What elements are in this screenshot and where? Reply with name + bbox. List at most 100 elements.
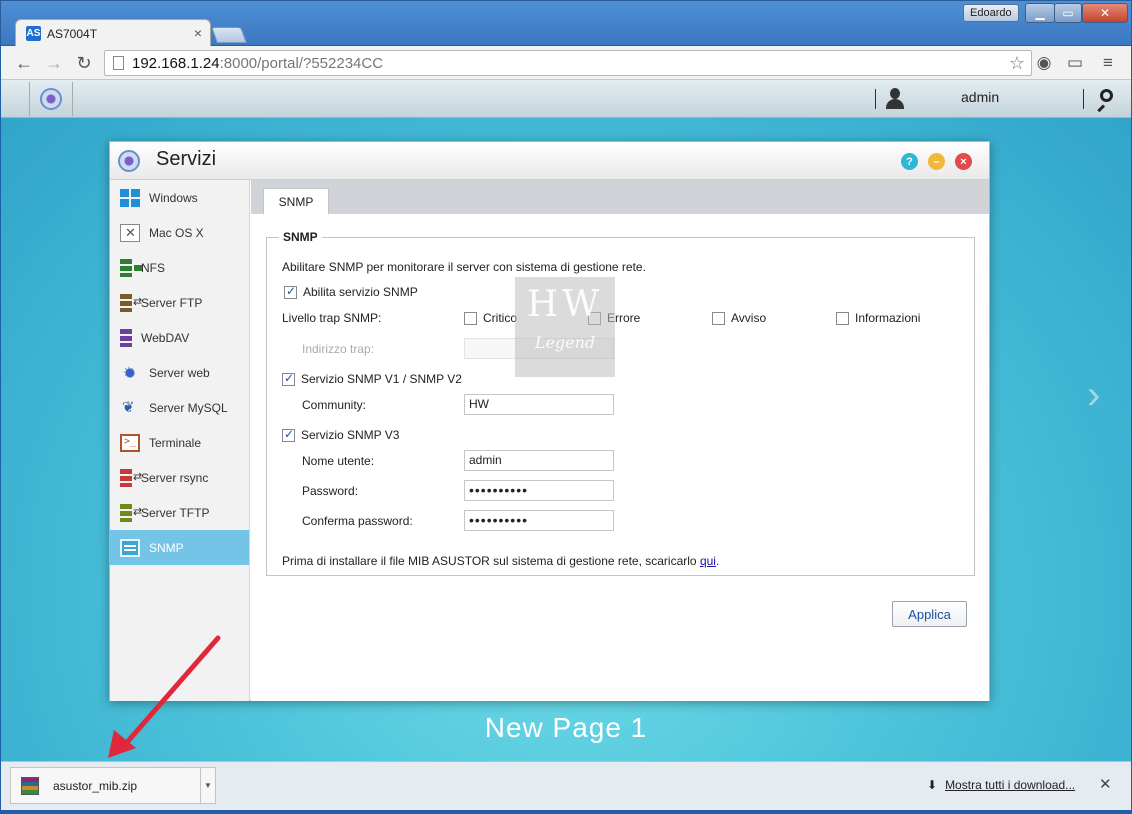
sidebar-item-label: Mac OS X [149, 225, 204, 240]
services-sidebar: Windows Mac OS X NFS Server FTP WebDAV S… [110, 180, 250, 701]
confirm-password-input[interactable]: •••••••••• [464, 510, 614, 531]
bookmark-star-icon[interactable]: ☆ [1009, 53, 1025, 74]
services-content: SNMP SNMP Abilitare SNMP per monitorare … [251, 180, 989, 701]
apply-button[interactable]: Applica [892, 601, 967, 627]
community-input[interactable]: HW [464, 394, 614, 415]
adm-topbar: admin [1, 80, 1131, 118]
sidebar-item-web-server[interactable]: Server web [110, 355, 249, 390]
watermark-line1: HW [526, 284, 604, 325]
mib-text-end: . [715, 554, 720, 568]
web-server-icon [120, 363, 140, 382]
sidebar-item-label: Server MySQL [149, 400, 228, 415]
enable-snmp-label: Abilita servizio SNMP [303, 285, 418, 299]
annotation-arrow-icon [108, 635, 221, 758]
password-label: Password: [302, 484, 359, 498]
browser-titlebar: AS AS7004T × Edoardo ▁ ▭ ✕ [0, 0, 1132, 47]
window-minimize-button[interactable]: ▁ [1025, 3, 1055, 23]
close-button[interactable]: × [955, 153, 972, 170]
url-path: :8000/portal/?552234CC [219, 54, 384, 72]
cast-icon[interactable]: ▭ [1064, 52, 1086, 74]
window-close-button[interactable]: ✕ [1082, 3, 1128, 23]
window-header: Servizi ? – × [110, 142, 989, 180]
trap-level-label: Livello trap SNMP: [282, 311, 382, 325]
tftp-icon [120, 503, 142, 522]
divider [1083, 89, 1084, 109]
extension-icon[interactable]: ◉ [1033, 52, 1055, 74]
snmp-v3-checkbox[interactable] [282, 427, 295, 442]
mib-download-text: Prima di installare il file MIB ASUSTOR … [282, 554, 719, 568]
mib-download-link[interactable]: qui [700, 554, 716, 568]
snmp-v1v2-label: Servizio SNMP V1 / SNMP V2 [301, 372, 462, 386]
webdav-icon [120, 328, 132, 347]
minimize-button[interactable]: – [928, 153, 945, 170]
snmp-v1v2-row: Servizio SNMP V1 / SNMP V2 [282, 371, 462, 386]
section-title: SNMP [283, 230, 318, 244]
sidebar-item-tftp[interactable]: Server TFTP [110, 495, 249, 530]
forward-arrow-icon[interactable]: → [43, 52, 65, 74]
nfs-icon [120, 258, 142, 277]
sidebar-item-webdav[interactable]: WebDAV [110, 320, 249, 355]
download-dropdown-icon[interactable]: ▼ [200, 768, 215, 803]
next-page-arrow-icon[interactable]: › [1087, 373, 1100, 418]
back-arrow-icon[interactable]: ← [13, 52, 35, 74]
confirm-password-label: Conferma password: [302, 514, 413, 528]
browser-user-badge[interactable]: Edoardo [963, 4, 1019, 22]
search-icon[interactable] [1095, 89, 1113, 113]
browser-toolbar: ← → ↻ 192.168.1.24:8000/portal/?552234CC… [1, 46, 1131, 80]
mib-text: Prima di installare il file MIB ASUSTOR … [282, 554, 700, 568]
snmp-v3-label: Servizio SNMP V3 [301, 428, 400, 442]
topbar-username[interactable]: admin [961, 89, 999, 105]
sidebar-item-windows[interactable]: Windows [110, 180, 249, 215]
trap-warning-label: Avviso [731, 311, 767, 325]
trap-info-checkbox[interactable] [836, 311, 849, 325]
sidebar-item-label: Terminale [149, 435, 202, 450]
ftp-icon [120, 293, 142, 312]
tab-close-icon[interactable]: × [194, 25, 202, 41]
tab-snmp[interactable]: SNMP [263, 188, 329, 214]
browser-tab[interactable]: AS AS7004T × [15, 19, 211, 47]
tab-title: AS7004T [47, 26, 98, 41]
user-icon[interactable] [885, 88, 905, 110]
sidebar-item-mysql[interactable]: Server MySQL [110, 390, 249, 425]
download-item[interactable]: asustor_mib.zip ▼ [10, 767, 216, 804]
sidebar-item-rsync[interactable]: Server rsync [110, 460, 249, 495]
sidebar-item-label: Server rsync [141, 470, 209, 485]
new-tab-button[interactable] [211, 27, 247, 43]
download-arrow-icon: ⬇ [927, 778, 938, 792]
trap-critical-checkbox[interactable] [464, 311, 477, 325]
username-input[interactable]: admin [464, 450, 614, 471]
macos-icon [120, 223, 140, 242]
download-file-name: asustor_mib.zip [53, 778, 138, 793]
snmp-description: Abilitare SNMP per monitorare il server … [282, 260, 646, 274]
trap-info-row: Informazioni [836, 311, 920, 325]
sidebar-item-macos[interactable]: Mac OS X [110, 215, 249, 250]
window-maximize-button[interactable]: ▭ [1054, 3, 1082, 23]
show-all-downloads-link[interactable]: Mostra tutti i download... [945, 778, 1075, 792]
asustor-logo-icon: AS [26, 26, 41, 41]
menu-icon[interactable]: ≡ [1097, 52, 1119, 74]
sidebar-item-ftp[interactable]: Server FTP [110, 285, 249, 320]
app-home-button[interactable] [29, 82, 73, 116]
terminal-icon [120, 433, 140, 452]
show-all-downloads[interactable]: ⬇ Mostra tutti i download... [927, 778, 1075, 792]
help-button[interactable]: ? [901, 153, 918, 170]
trap-critical-row: Critico [464, 311, 517, 325]
trap-critical-label: Critico [483, 311, 518, 325]
community-label: Community: [302, 398, 367, 412]
download-bar-close-icon[interactable]: ✕ [1099, 775, 1112, 793]
sidebar-item-terminal[interactable]: Terminale [110, 425, 249, 460]
divider [875, 89, 876, 109]
snmp-v1v2-checkbox[interactable] [282, 371, 295, 386]
address-bar[interactable]: 192.168.1.24:8000/portal/?552234CC ☆ [104, 50, 1032, 76]
password-input[interactable]: •••••••••• [464, 480, 614, 501]
trap-warning-checkbox[interactable] [712, 311, 725, 325]
sidebar-item-snmp[interactable]: SNMP [110, 530, 249, 565]
sidebar-item-nfs[interactable]: NFS [110, 250, 249, 285]
hwlegend-watermark: HW Legend [515, 277, 615, 377]
mysql-icon [120, 398, 140, 417]
sidebar-item-label: Server web [149, 365, 210, 380]
trap-warning-row: Avviso [712, 311, 766, 325]
reload-icon[interactable]: ↻ [73, 52, 95, 74]
rsync-icon [120, 468, 142, 487]
enable-snmp-checkbox[interactable] [284, 284, 297, 299]
